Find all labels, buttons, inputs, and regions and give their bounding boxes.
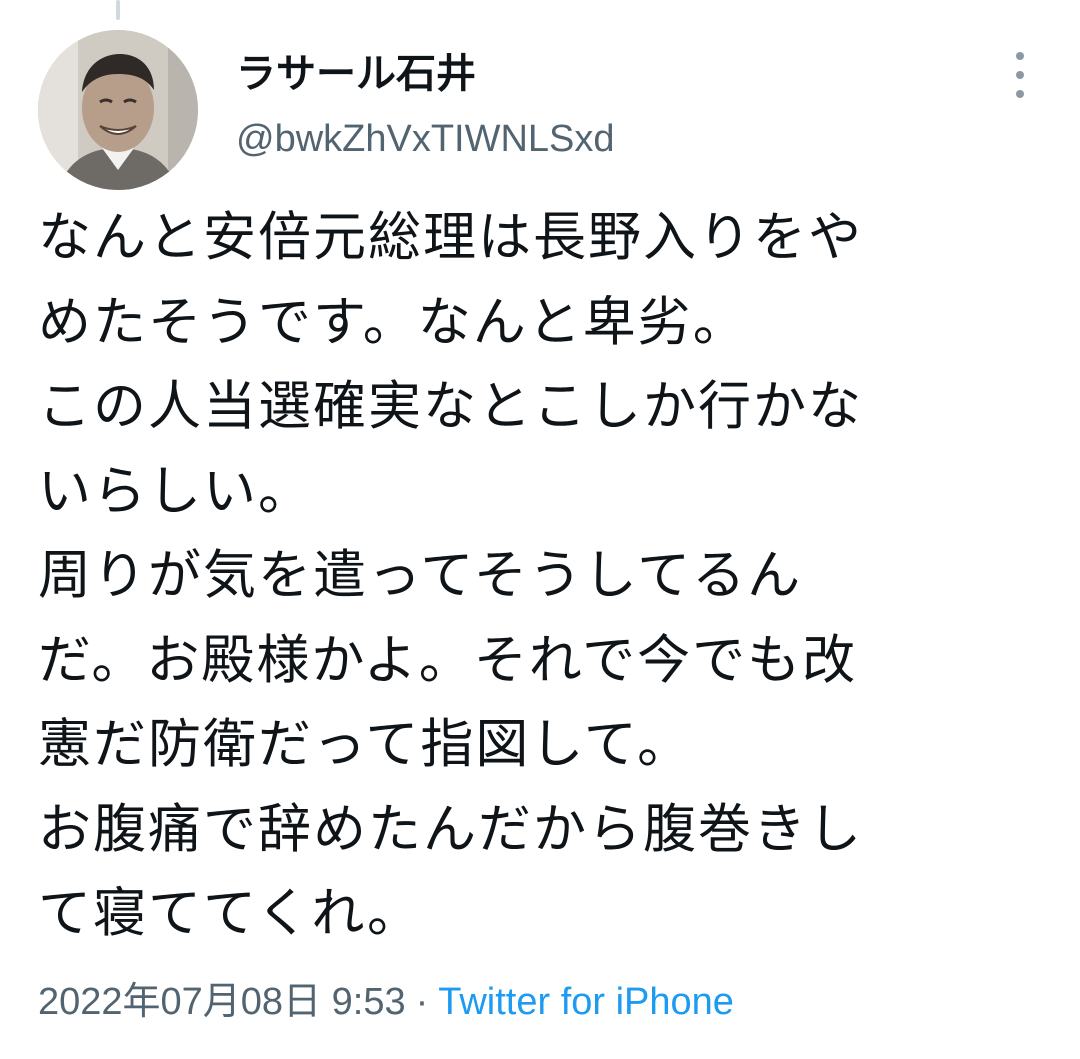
tweet-text-line: 憲だ防衛だって指図して。	[38, 714, 693, 775]
tweet-text-line: なんと安倍元総理は長野入りをや	[38, 207, 863, 268]
tweet-text: なんと安倍元総理は長野入りをや めたそうです。なんと卑劣。 この人当選確実なとこ…	[38, 196, 1048, 957]
display-name[interactable]: ラサール石井	[236, 48, 615, 100]
more-vertical-icon-dot-3	[1016, 90, 1024, 98]
avatar[interactable]	[38, 30, 198, 190]
profile-photo-icon	[38, 30, 198, 190]
source-link[interactable]: Twitter for iPhone	[438, 981, 734, 1023]
more-options-button[interactable]	[1000, 52, 1040, 98]
tweet-text-line: お腹痛で辞めたんだから腹巻きし	[38, 798, 863, 860]
user-info: ラサール石井 @bwkZhVxTIWNLSxd	[236, 48, 615, 162]
more-vertical-icon-dot-2	[1016, 71, 1024, 79]
thread-connector-line	[116, 0, 120, 20]
more-vertical-icon	[1016, 52, 1024, 60]
tweet-text-line: 周りが気を遣ってそうしてるん	[38, 545, 803, 606]
tweet-text-line: だ。お殿様かよ。それで今でも改	[38, 629, 858, 691]
meta-separator: ·	[415, 981, 429, 1023]
timestamp[interactable]: 2022年07月08日 9:53	[38, 981, 406, 1023]
tweet-text-line: この人当選確実なとこしか行かな	[38, 376, 863, 437]
tweet-text-line: て寝ててくれ。	[38, 883, 422, 944]
tweet-text-line: いらしい。	[38, 460, 313, 522]
tweet-text-line: めたそうです。なんと卑劣。	[38, 291, 748, 353]
tweet-meta: 2022年07月08日 9:53 · Twitter for iPhone	[38, 974, 734, 1030]
user-handle[interactable]: @bwkZhVxTIWNLSxd	[236, 116, 615, 162]
